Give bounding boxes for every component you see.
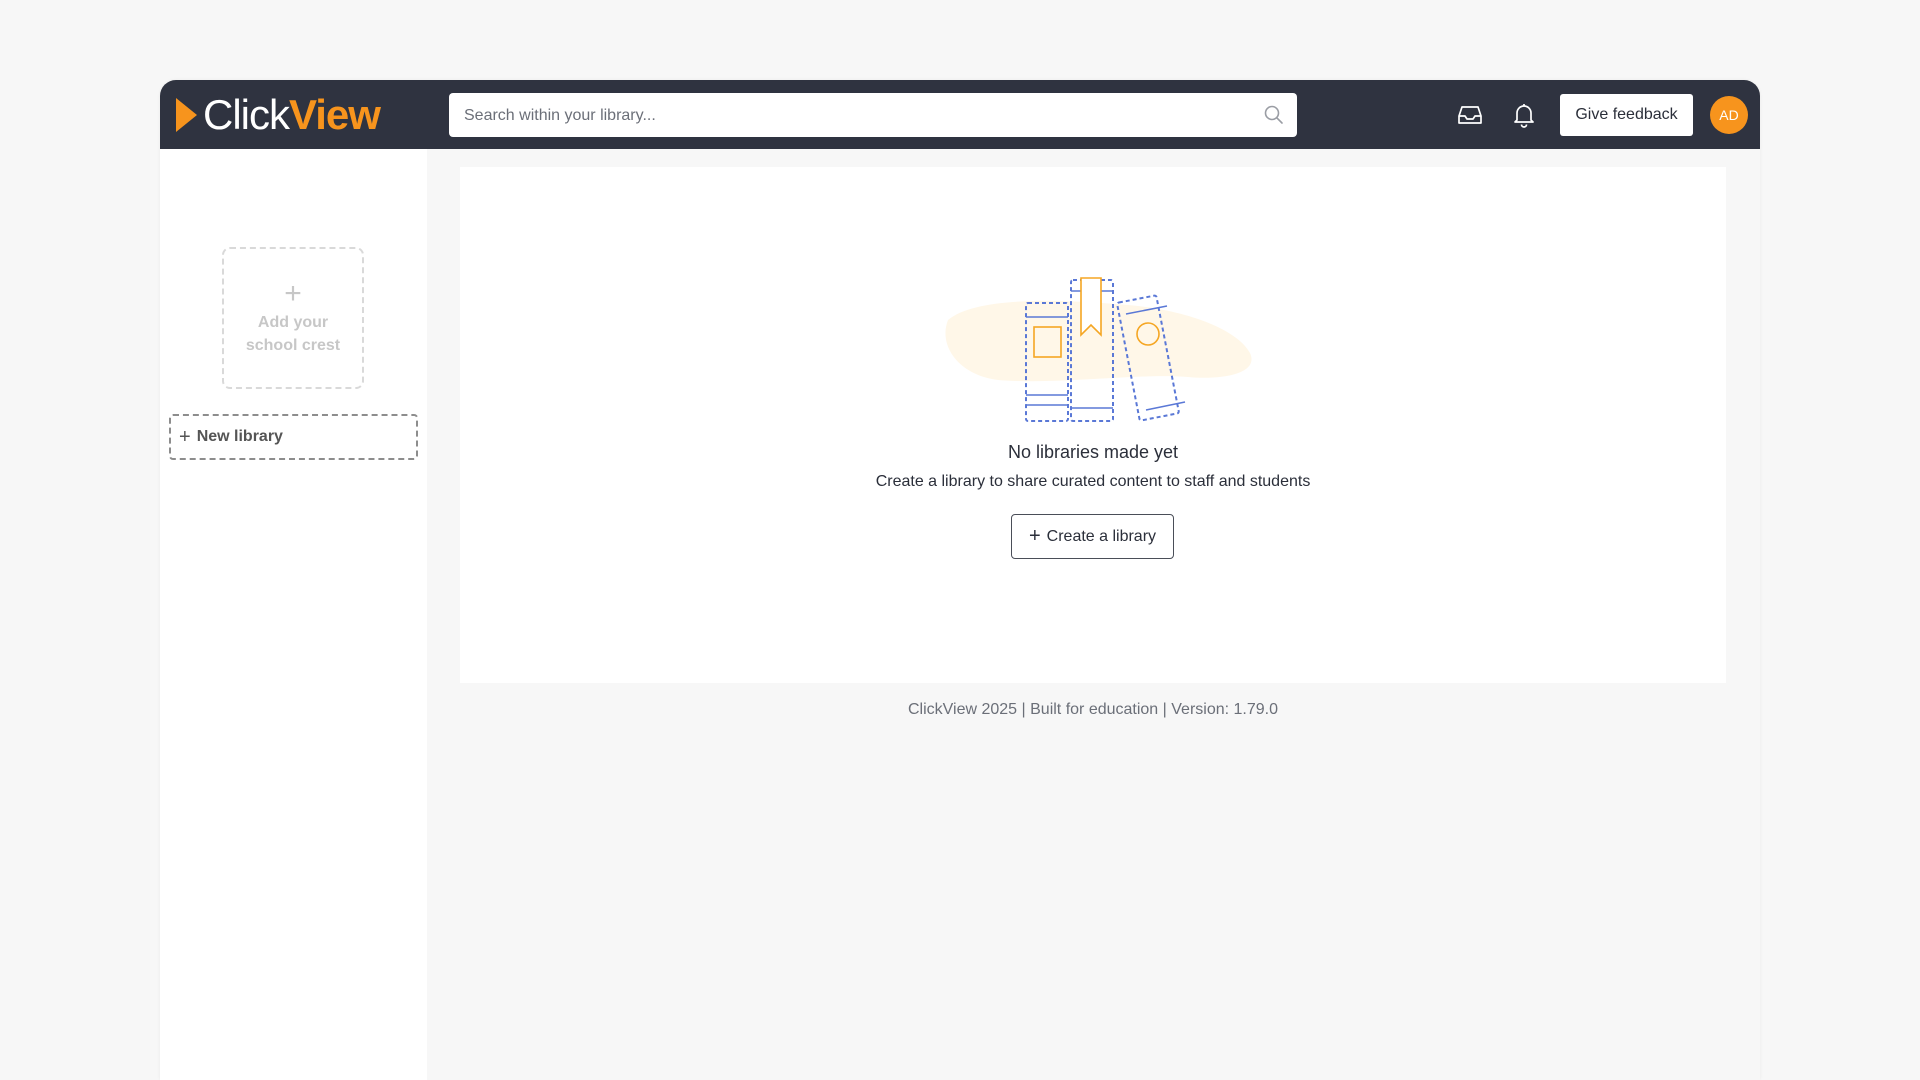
footer-text: ClickView 2025 | Built for education | V…: [907, 701, 1278, 718]
top-bar: Click View Give feedback AD: [160, 80, 1760, 149]
empty-state-subtitle: Create a library to share curated conten…: [875, 473, 1311, 490]
crest-label-line1: Add your: [257, 314, 329, 331]
add-school-crest-button[interactable]: + Add your school crest: [222, 247, 364, 389]
new-library-label: New library: [196, 428, 283, 445]
plus-icon: +: [1028, 525, 1041, 547]
search-icon[interactable]: [1263, 104, 1285, 126]
crest-label-line2: school crest: [245, 337, 341, 354]
empty-state-title: No libraries made yet: [1007, 442, 1179, 462]
search-input[interactable]: [462, 93, 1246, 139]
create-library-label: Create a library: [1046, 527, 1157, 545]
app-window: Click View Give feedback AD + Add your s…: [160, 80, 1760, 1080]
new-library-button[interactable]: + New library: [169, 414, 418, 460]
plus-icon: +: [179, 425, 191, 448]
logo-word-click: Click: [203, 91, 290, 138]
inbox-icon[interactable]: [1456, 101, 1484, 129]
logo-word-view: View: [289, 91, 381, 138]
create-library-button[interactable]: + Create a library: [1011, 514, 1174, 559]
plus-icon: +: [284, 277, 302, 310]
search-bar: [449, 93, 1297, 139]
bell-icon[interactable]: [1510, 101, 1538, 129]
books-illustration: [945, 277, 1252, 422]
user-avatar[interactable]: AD: [1710, 96, 1748, 134]
give-feedback-button[interactable]: Give feedback: [1560, 94, 1693, 136]
sidebar: + Add your school crest + New library: [160, 149, 427, 1080]
clickview-logo[interactable]: Click View: [176, 91, 381, 138]
play-logo-icon: [176, 98, 197, 132]
main-panel: No libraries made yet Create a library t…: [460, 167, 1726, 683]
